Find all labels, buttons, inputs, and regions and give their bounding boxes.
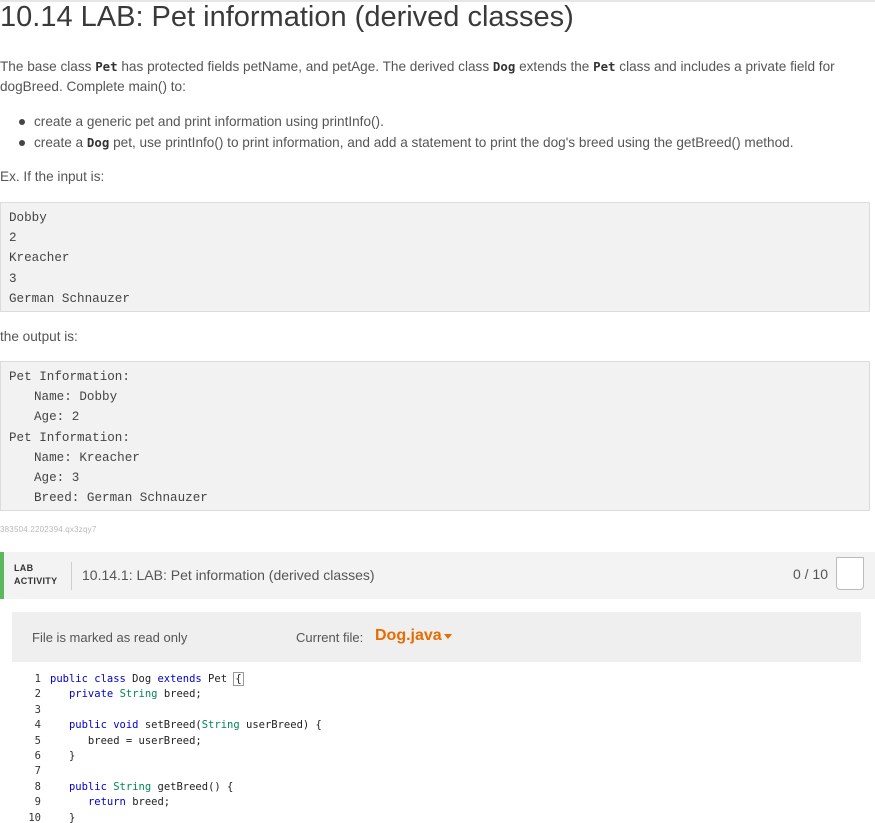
readonly-notice: File is marked as read only [32, 630, 188, 645]
line-number: 2 [34, 688, 41, 701]
intro-text: has protected fields petName, and petAge… [117, 59, 493, 74]
instruction-text: create a generic pet and print informati… [34, 114, 384, 129]
code-line: return breed; [87, 796, 171, 809]
example-output-label: the output is: [0, 329, 78, 344]
code-line: private String breed; [68, 688, 202, 701]
line-number: 10 [28, 811, 41, 823]
source-code: public class Dog extends Pet { private S… [50, 672, 322, 823]
code-pet: Pet [95, 59, 118, 74]
line-number-gutter: 1 2 3 4 5 6 7 8 9 10 [12, 672, 47, 823]
current-file-label: Current file: [296, 630, 364, 645]
intro-text: extends the [515, 59, 594, 74]
code-line: breed = userBreed; [50, 734, 202, 747]
line-number: 3 [34, 703, 41, 716]
lab-activity-tag: LAB ACTIVITY [14, 562, 57, 588]
input-line: 3 [9, 271, 17, 286]
score-badge-icon [836, 557, 864, 590]
line-number: 5 [34, 734, 41, 747]
line-number: 6 [34, 749, 41, 762]
output-line: Pet Information: [9, 430, 130, 445]
chevron-down-icon[interactable] [444, 634, 452, 639]
output-line: Name: Kreacher [34, 450, 140, 465]
example-input-label: Ex. If the input is: [0, 169, 105, 184]
code-dog: Dog [86, 135, 110, 150]
input-line: Kreacher [9, 251, 70, 266]
lab-separator [71, 562, 72, 590]
line-number: 7 [34, 765, 41, 778]
code-area[interactable]: 1 2 3 4 5 6 7 8 9 10 public class Dog ex… [12, 662, 861, 823]
example-input-box: Dobby 2 Kreacher 3 German Schnauzer [0, 202, 870, 312]
instruction-item: create a Dog pet, use printInfo() to pri… [16, 133, 866, 153]
code-pet: Pet [593, 59, 616, 74]
lab-tag-line: LAB [14, 563, 34, 573]
code-line: } [50, 811, 76, 823]
line-number: 9 [34, 796, 41, 809]
editor-header: File is marked as read only Current file… [12, 612, 861, 662]
input-line: Dobby [9, 211, 47, 225]
output-line: Age: 3 [34, 471, 80, 486]
output-line: Pet Information: [9, 370, 130, 384]
score-text: 0 / 10 [792, 566, 828, 582]
code-editor: File is marked as read only Current file… [12, 612, 861, 823]
instruction-list: create a generic pet and print informati… [16, 112, 866, 154]
lab-tag-line: ACTIVITY [14, 576, 58, 586]
line-number: 1 [34, 673, 41, 685]
lab-activity-bar: LAB ACTIVITY 10.14.1: LAB: Pet informati… [0, 552, 875, 599]
example-output-box: Pet Information: Name: Dobby Age: 2 Pet … [0, 361, 870, 511]
intro-paragraph: The base class Pet has protected fields … [0, 57, 835, 97]
code-line: public class Dog extends Pet { [50, 672, 244, 686]
intro-text: The base class [0, 59, 96, 74]
code-dog: Dog [492, 59, 516, 74]
intro-text: class and includes a private field for [615, 59, 835, 74]
output-line: Breed: German Schnauzer [34, 491, 208, 506]
current-file-dropdown[interactable]: Dog.java [375, 627, 442, 645]
tracking-id: 383504.2202394.qx3zqy7 [0, 525, 97, 534]
code-line: public String getBreed() { [68, 780, 234, 793]
lab-activity-name: 10.14.1: LAB: Pet information (derived c… [82, 567, 375, 583]
input-line: German Schnauzer [9, 291, 130, 306]
page-title: 10.14 LAB: Pet information (derived clas… [0, 1, 574, 33]
intro-text: dogBreed. Complete main() to: [0, 79, 186, 94]
line-number: 4 [34, 719, 41, 732]
output-line: Name: Dobby [34, 390, 118, 405]
instruction-item: create a generic pet and print informati… [16, 112, 866, 132]
input-line: 2 [9, 231, 17, 246]
code-line: public void setBreed(String userBreed) { [68, 719, 322, 732]
instruction-text: create a [34, 135, 87, 150]
code-line: } [50, 749, 76, 762]
line-number: 8 [34, 780, 41, 793]
instruction-text: pet, use printInfo() to print informatio… [109, 135, 794, 150]
output-line: Age: 2 [34, 410, 80, 425]
